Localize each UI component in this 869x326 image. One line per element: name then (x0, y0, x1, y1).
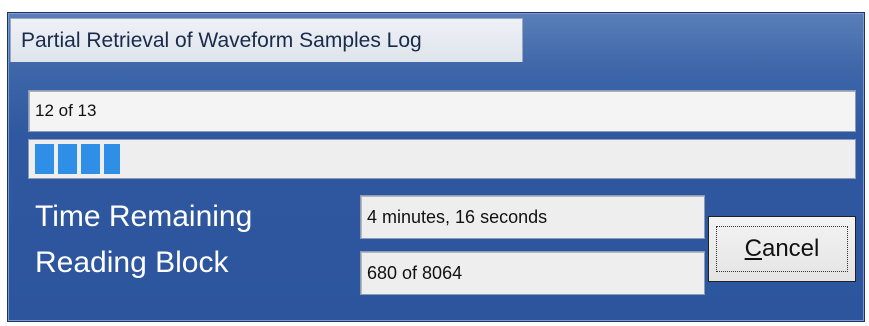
cancel-button[interactable]: Cancel (708, 216, 856, 282)
reading-block-label: Reading Block (35, 246, 229, 279)
reading-block-value: 680 of 8064 (360, 251, 705, 295)
cancel-button-label: Cancel (744, 235, 820, 262)
progress-bar-fill (35, 144, 120, 174)
cancel-button-focus-ring: Cancel (716, 226, 848, 272)
dialog-title: Partial Retrieval of Waveform Samples Lo… (21, 28, 422, 52)
time-remaining-label: Time Remaining (35, 200, 253, 233)
time-remaining-value: 4 minutes, 16 seconds (360, 195, 705, 239)
status-field: 12 of 13 (28, 90, 856, 132)
dialog-title-tab: Partial Retrieval of Waveform Samples Lo… (10, 18, 523, 62)
progress-bar (28, 139, 856, 179)
